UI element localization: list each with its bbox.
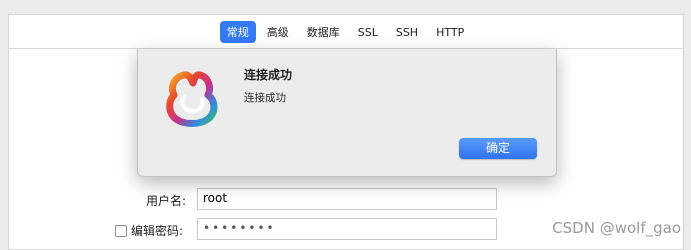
edit-password-row: 编辑密码: xyxy=(115,222,183,239)
edit-password-label: 编辑密码: xyxy=(131,224,184,238)
password-field[interactable]: •••••••• xyxy=(197,218,497,240)
ok-button[interactable]: 确定 xyxy=(459,138,537,159)
edit-password-checkbox[interactable] xyxy=(115,224,127,237)
tab-database[interactable]: 数据库 xyxy=(300,21,347,43)
tab-bar: 常规 高级 数据库 SSL SSH HTTP xyxy=(0,19,691,45)
username-field[interactable]: root xyxy=(197,188,497,210)
tab-advanced[interactable]: 高级 xyxy=(260,21,296,43)
watermark: CSDN @wolf_gao xyxy=(552,219,681,237)
dialog-title: 连接成功 xyxy=(244,68,293,82)
dialog-message: 连接成功 xyxy=(244,92,286,104)
username-label: 用户名: xyxy=(146,194,187,208)
navicat-logo-icon xyxy=(166,71,218,127)
tab-ssh[interactable]: SSH xyxy=(389,23,425,42)
tab-general[interactable]: 常规 xyxy=(219,21,256,43)
tab-ssl[interactable]: SSL xyxy=(351,23,385,42)
connection-success-dialog: 连接成功 连接成功 确定 xyxy=(137,49,557,177)
tab-http[interactable]: HTTP xyxy=(429,23,471,42)
